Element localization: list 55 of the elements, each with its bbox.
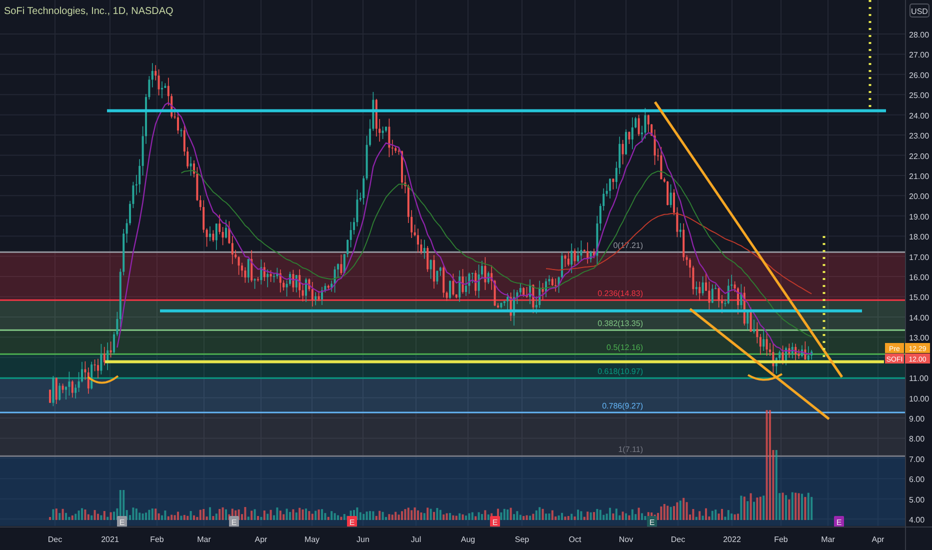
price-axis-label: 24.00 bbox=[909, 111, 930, 120]
earnings-marker[interactable]: E bbox=[347, 516, 357, 527]
price-axis-label: 26.00 bbox=[909, 70, 930, 80]
price-axis-label: 5.00 bbox=[909, 495, 925, 504]
price-axis-label: 20.00 bbox=[909, 192, 930, 202]
price-axis-label: 10.00 bbox=[909, 394, 930, 404]
fib-label: 0.382(13.35) bbox=[598, 319, 643, 328]
time-axis-label: Mar bbox=[197, 535, 211, 544]
earnings-marker[interactable]: E bbox=[647, 516, 657, 527]
fib-label: 1(7.11) bbox=[618, 445, 643, 454]
earnings-marker[interactable]: E bbox=[229, 516, 239, 527]
price-axis-label: 7.00 bbox=[909, 454, 925, 464]
price-axis-label: 27.00 bbox=[909, 50, 930, 60]
fib-label: 0.236(14.83) bbox=[598, 289, 643, 298]
price-axis-label: 19.00 bbox=[909, 212, 930, 222]
time-axis-label: Apr bbox=[254, 535, 268, 544]
time-axis-label: 2021 bbox=[101, 535, 119, 544]
currency-button[interactable]: USD bbox=[910, 4, 930, 18]
time-axis-label: Mar bbox=[821, 535, 835, 544]
fib-label: 0.5(12.16) bbox=[606, 343, 643, 352]
time-axis-label: Apr bbox=[872, 535, 884, 544]
price-axis-label: 25.00 bbox=[909, 91, 930, 100]
price-axis-label: 15.00 bbox=[909, 293, 930, 302]
time-axis-label: Dec bbox=[48, 535, 62, 544]
fib-label: 0.786(9.27) bbox=[602, 402, 643, 411]
time-axis-label: 2022 bbox=[723, 535, 741, 544]
price-axis-label: 22.00 bbox=[909, 152, 930, 161]
time-axis-label: Aug bbox=[460, 535, 476, 544]
chart-title: SoFi Technologies, Inc., 1D, NASDAQ bbox=[4, 6, 174, 17]
time-axis-label: Feb bbox=[774, 535, 788, 544]
fib-label: 0.618(10.97) bbox=[598, 367, 643, 376]
time-axis-label: Jul bbox=[410, 535, 422, 544]
price-axis-label: 13.00 bbox=[909, 334, 930, 343]
price-axis-label: 23.00 bbox=[909, 132, 930, 141]
price-axis-label: 11.00 bbox=[909, 374, 928, 384]
price-axis-label: 8.00 bbox=[909, 434, 925, 444]
time-axis-label: Dec bbox=[670, 535, 686, 544]
price-axis-label: 9.00 bbox=[909, 414, 925, 424]
time-axis-label: Oct bbox=[568, 535, 582, 544]
earnings-marker[interactable]: E bbox=[490, 516, 500, 527]
price-axis-label: 14.00 bbox=[909, 313, 930, 322]
earnings-marker[interactable]: E bbox=[834, 516, 844, 527]
time-axis-label: Feb bbox=[150, 535, 164, 544]
price-axis-label: 21.00 bbox=[909, 172, 930, 181]
price-axis-label: 17.00 bbox=[909, 252, 930, 262]
time-axis-label: Sep bbox=[514, 535, 530, 544]
price-axis-label: 6.00 bbox=[909, 475, 925, 484]
price-axis-label: 28.00 bbox=[909, 30, 930, 40]
time-axis-label: May bbox=[304, 535, 320, 544]
time-axis-label: Nov bbox=[618, 535, 634, 544]
price-axis-label: 4.00 bbox=[909, 516, 925, 525]
price-axis-label: 18.00 bbox=[909, 232, 930, 242]
time-axis-label: Jun bbox=[356, 535, 370, 544]
price-axis-label: 16.00 bbox=[909, 273, 930, 282]
earnings-marker[interactable]: E bbox=[117, 516, 127, 527]
